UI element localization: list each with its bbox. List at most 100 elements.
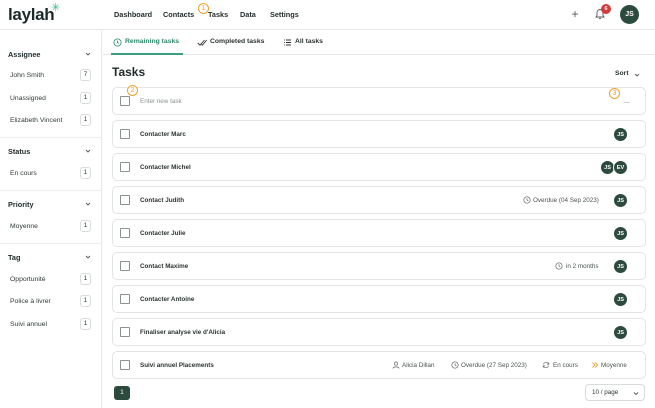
filter-tag-title[interactable]: Tag <box>8 253 20 262</box>
list-icon <box>284 39 291 46</box>
task-status: En cours <box>553 362 578 369</box>
page-size-select[interactable]: 10 / page <box>585 384 645 401</box>
task-checkbox[interactable] <box>120 327 130 337</box>
filter-count: 1 <box>80 295 91 307</box>
filter-assignee-elizabeth-vincent[interactable]: Elizabeth Vincent <box>10 117 62 124</box>
task-title[interactable]: Contact Maxime <box>140 263 188 270</box>
task-title[interactable]: Finaliser analyse vie d'Alicia <box>140 329 225 336</box>
task-checkbox[interactable] <box>120 360 130 370</box>
nav-dashboard[interactable]: Dashboard <box>114 10 152 19</box>
task-priority: Moyenne <box>601 362 627 369</box>
user-avatar[interactable]: JS <box>620 5 639 24</box>
assignee-avatar[interactable]: JS <box>613 193 628 208</box>
person-icon <box>392 361 400 369</box>
contact-name[interactable]: Alicia Dillan <box>402 362 435 369</box>
task-title[interactable]: Suivi annuel Placements <box>140 362 214 369</box>
nav-settings[interactable]: Settings <box>270 10 299 19</box>
task-checkbox[interactable] <box>120 129 130 139</box>
page-size-value: 10 / page <box>592 389 619 396</box>
assignee-avatar[interactable]: EV <box>613 160 628 175</box>
chevron-down-icon[interactable] <box>85 254 91 260</box>
filter-count: 1 <box>80 220 91 232</box>
divider <box>0 137 101 138</box>
filter-sidebar: Assignee John Smith 7 Unassigned 1 Eliza… <box>0 31 102 408</box>
nav-tasks[interactable]: Tasks <box>208 10 228 19</box>
task-title[interactable]: Contacter Julie <box>140 230 186 237</box>
sort-label: Sort <box>615 70 629 77</box>
task-row[interactable]: Contacter Marc JS <box>112 120 646 148</box>
task-title[interactable]: Contacter Marc <box>140 131 186 138</box>
filter-count: 1 <box>80 167 91 179</box>
task-checkbox[interactable] <box>120 195 130 205</box>
task-checkbox[interactable] <box>120 261 130 271</box>
due-date: in 2 months <box>566 263 599 270</box>
task-row[interactable]: Contact Maxime in 2 months JS <box>112 252 646 280</box>
priority-chevrons-icon <box>592 362 599 368</box>
task-row[interactable]: Contact Judith Overdue (04 Sep 2023) JS <box>112 186 646 214</box>
notification-badge: 6 <box>601 4 611 14</box>
clock-icon <box>555 262 563 270</box>
tab-completed-tasks[interactable]: Completed tasks <box>210 38 264 45</box>
new-task-input[interactable]: Enter new task <box>140 98 182 105</box>
task-checkbox[interactable] <box>120 162 130 172</box>
task-title[interactable]: Contacter Antoine <box>140 296 194 303</box>
chevron-down-icon[interactable] <box>85 201 91 207</box>
task-row[interactable]: Contacter Michel JS EV <box>112 153 646 181</box>
sort-button[interactable]: Sort <box>615 70 640 77</box>
annotation-marker-1: 1 <box>198 3 209 14</box>
filter-count: 1 <box>80 114 91 126</box>
task-title[interactable]: Contact Judith <box>140 197 184 204</box>
clock-icon <box>451 361 459 369</box>
filter-priority-moyenne[interactable]: Moyenne <box>10 223 38 230</box>
nav-contacts[interactable]: Contacts <box>163 10 194 19</box>
task-checkbox[interactable] <box>120 294 130 304</box>
task-row[interactable]: Finaliser analyse vie d'Alicia JS <box>112 318 646 346</box>
filter-priority-title[interactable]: Priority <box>8 200 34 209</box>
filter-status-en-cours[interactable]: En cours <box>10 170 37 177</box>
task-row[interactable]: Suivi annuel Placements Alicia Dillan Ov… <box>112 351 646 379</box>
tab-remaining-tasks[interactable]: Remaining tasks <box>125 38 179 45</box>
page-title: Tasks <box>112 65 146 79</box>
filter-count: 1 <box>80 318 91 330</box>
nav-data[interactable]: Data <box>240 10 256 19</box>
assignee-avatar[interactable]: JS <box>613 127 628 142</box>
more-options-button[interactable]: ... <box>624 98 630 105</box>
logo[interactable]: laylah <box>8 5 55 25</box>
task-title[interactable]: Contacter Michel <box>140 164 191 171</box>
due-date: Overdue (04 Sep 2023) <box>533 197 599 204</box>
filter-count: 1 <box>80 92 91 104</box>
task-row[interactable]: Contacter Julie JS <box>112 219 646 247</box>
chevron-down-icon[interactable] <box>85 148 91 154</box>
task-row[interactable]: Contacter Antoine JS <box>112 285 646 313</box>
chevron-down-icon <box>634 73 640 77</box>
annotation-marker-3: 3 <box>609 88 620 99</box>
logo-mark-icon: ✳ <box>51 2 61 14</box>
divider <box>0 243 101 244</box>
task-checkbox[interactable] <box>120 228 130 238</box>
assignee-avatar[interactable]: JS <box>613 259 628 274</box>
due-date: Overdue (27 Sep 2023) <box>461 362 527 369</box>
filter-tag-opportunite[interactable]: Opportunité <box>10 276 46 283</box>
filter-count: 7 <box>80 69 91 81</box>
assignee-avatar[interactable]: JS <box>613 325 628 340</box>
active-tab-indicator <box>111 53 183 55</box>
filter-assignee-title[interactable]: Assignee <box>8 50 40 59</box>
chevron-down-icon[interactable] <box>85 51 91 57</box>
divider <box>0 190 101 191</box>
clock-icon <box>113 38 122 47</box>
assignee-avatar[interactable]: JS <box>613 226 628 241</box>
new-task-row: Enter new task ... <box>112 87 646 115</box>
filter-assignee-unassigned[interactable]: Unassigned <box>10 95 46 102</box>
refresh-icon <box>542 362 550 368</box>
filter-status-title[interactable]: Status <box>8 147 30 156</box>
new-task-checkbox[interactable] <box>120 96 130 106</box>
tab-all-tasks[interactable]: All tasks <box>295 38 323 45</box>
filter-count: 1 <box>80 273 91 285</box>
filter-assignee-john-smith[interactable]: John Smith <box>10 72 44 79</box>
filter-tag-suivi-annuel[interactable]: Suivi annuel <box>10 321 47 328</box>
filter-tag-police-a-livrer[interactable]: Police à livrer <box>10 298 51 305</box>
pagination-page-1[interactable]: 1 <box>114 386 130 400</box>
add-icon[interactable]: + <box>570 8 580 20</box>
chevron-down-icon <box>633 392 639 396</box>
assignee-avatar[interactable]: JS <box>613 292 628 307</box>
